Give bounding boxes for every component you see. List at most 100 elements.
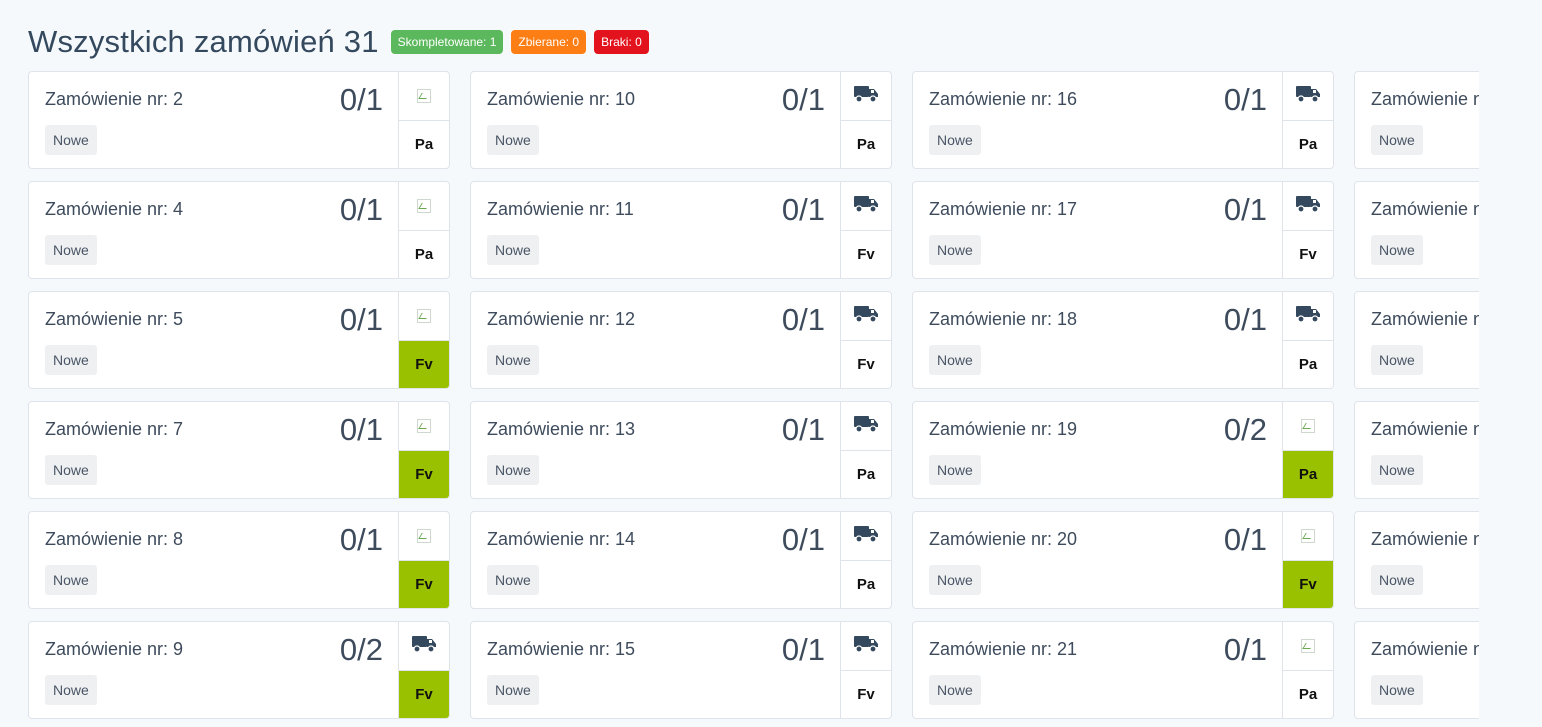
- order-card[interactable]: Zamówienie nr: 10 0/1 Nowe Pa: [470, 71, 892, 169]
- truck-icon: [1295, 304, 1321, 329]
- status-badge: Nowe: [487, 565, 539, 595]
- order-number: Zamówienie nr: 14: [487, 529, 636, 549]
- status-badge: Nowe: [929, 455, 981, 485]
- order-card[interactable]: Zamówienie nr: 16 0/1 Nowe Pa: [912, 71, 1334, 169]
- shipping-method[interactable]: [1283, 622, 1333, 671]
- document-type-button[interactable]: Pa: [1283, 341, 1333, 388]
- order-card[interactable]: Zamówienie nr Nowe: [1354, 621, 1479, 719]
- shipping-method[interactable]: [1283, 512, 1333, 561]
- status-badge: Nowe: [45, 675, 97, 705]
- document-type-button[interactable]: Fv: [841, 671, 891, 718]
- missing-badge[interactable]: Braki: 0: [594, 30, 649, 54]
- order-card[interactable]: Zamówienie nr: 2 0/1 Nowe Pa: [28, 71, 450, 169]
- item-count: 0/1: [339, 412, 383, 447]
- document-type-button[interactable]: Pa: [841, 451, 891, 498]
- order-side-panel: Pa: [840, 512, 891, 608]
- document-type-button[interactable]: Fv: [399, 561, 449, 608]
- shipping-method[interactable]: [399, 622, 449, 671]
- shipping-method[interactable]: [399, 182, 449, 231]
- status-badge: Nowe: [487, 345, 539, 375]
- shipping-method[interactable]: [841, 72, 891, 121]
- order-card[interactable]: Zamówienie nr Nowe: [1354, 291, 1479, 389]
- shipping-method[interactable]: [399, 402, 449, 451]
- order-card[interactable]: Zamówienie nr: 11 0/1 Nowe Fv: [470, 181, 892, 279]
- order-side-panel: Pa: [840, 402, 891, 498]
- order-number: Zamówienie nr: 7: [45, 419, 184, 439]
- order-number: Zamówienie nr: 12: [487, 309, 636, 329]
- status-badge: Nowe: [1371, 125, 1423, 155]
- shipping-method[interactable]: [841, 512, 891, 561]
- shipping-method[interactable]: [841, 182, 891, 231]
- order-card[interactable]: Zamówienie nr: 13 0/1 Nowe Pa: [470, 401, 892, 499]
- order-card[interactable]: Zamówienie nr: 21 0/1 Nowe Pa: [912, 621, 1334, 719]
- document-type-button[interactable]: Fv: [841, 231, 891, 278]
- order-number: Zamówienie nr: 20: [929, 529, 1078, 549]
- document-type-button[interactable]: Pa: [1283, 121, 1333, 168]
- status-badge: Nowe: [45, 565, 97, 595]
- document-type-button[interactable]: Pa: [841, 561, 891, 608]
- shipping-method[interactable]: [1283, 402, 1333, 451]
- document-type-button[interactable]: Fv: [399, 451, 449, 498]
- order-side-panel: Fv: [840, 292, 891, 388]
- truck-icon: [1295, 194, 1321, 219]
- status-badge: Nowe: [487, 675, 539, 705]
- order-side-panel: Pa: [1282, 622, 1333, 718]
- document-type-button[interactable]: Pa: [841, 121, 891, 168]
- order-card[interactable]: Zamówienie nr Nowe: [1354, 71, 1479, 169]
- shipping-method[interactable]: [1283, 182, 1333, 231]
- order-card[interactable]: Zamówienie nr: 4 0/1 Nowe Pa: [28, 181, 450, 279]
- document-type-button[interactable]: Pa: [399, 231, 449, 278]
- orders-column: Zamówienie nr Nowe Zamówienie nr Nowe Zamówi…: [1354, 71, 1479, 727]
- order-side-panel: Fv: [398, 622, 449, 718]
- shipping-method[interactable]: [841, 292, 891, 341]
- order-card[interactable]: Zamówienie nr: 8 0/1 Nowe Fv: [28, 511, 450, 609]
- picking-badge[interactable]: Zbierane: 0: [511, 30, 587, 54]
- order-card[interactable]: Zamówienie nr: 7 0/1 Nowe Fv: [28, 401, 450, 499]
- order-card[interactable]: Zamówienie nr: 14 0/1 Nowe Pa: [470, 511, 892, 609]
- order-card[interactable]: Zamówienie nr: 9 0/2 Nowe Fv: [28, 621, 450, 719]
- shipping-method[interactable]: [399, 292, 449, 341]
- shipping-method[interactable]: [1283, 292, 1333, 341]
- shipping-method[interactable]: [399, 72, 449, 121]
- item-count: 0/1: [781, 82, 825, 117]
- document-type-button[interactable]: Fv: [1283, 561, 1333, 608]
- order-card[interactable]: Zamówienie nr: 15 0/1 Nowe Fv: [470, 621, 892, 719]
- item-count: 0/2: [1223, 412, 1267, 447]
- order-number: Zamówienie nr: 5: [45, 309, 184, 329]
- order-number: Zamówienie nr: [1371, 199, 1479, 219]
- shipping-method[interactable]: [841, 622, 891, 671]
- document-type-button[interactable]: Fv: [399, 341, 449, 388]
- order-card[interactable]: Zamówienie nr Nowe: [1354, 511, 1479, 609]
- status-badge: Nowe: [45, 125, 97, 155]
- shipping-method[interactable]: [841, 402, 891, 451]
- shipping-method[interactable]: [1283, 72, 1333, 121]
- order-number: Zamówienie nr: 17: [929, 199, 1078, 219]
- order-side-panel: Fv: [398, 402, 449, 498]
- truck-icon: [411, 634, 437, 659]
- order-card[interactable]: Zamówienie nr: 18 0/1 Nowe Pa: [912, 291, 1334, 389]
- order-number: Zamówienie nr: 13: [487, 419, 636, 439]
- document-type-button[interactable]: Pa: [399, 121, 449, 168]
- order-number: Zamówienie nr: 10: [487, 89, 636, 109]
- item-count: 0/1: [1223, 192, 1267, 227]
- order-card[interactable]: Zamówienie nr: 20 0/1 Nowe Fv: [912, 511, 1334, 609]
- order-card[interactable]: Zamówienie nr Nowe: [1354, 181, 1479, 279]
- order-card[interactable]: Zamówienie nr: 19 0/2 Nowe Pa: [912, 401, 1334, 499]
- order-number: Zamówienie nr: 18: [929, 309, 1078, 329]
- shipping-method[interactable]: [399, 512, 449, 561]
- document-type-button[interactable]: Fv: [1283, 231, 1333, 278]
- status-badge: Nowe: [929, 565, 981, 595]
- completed-badge[interactable]: Skompletowane: 1: [390, 30, 504, 54]
- document-type-button[interactable]: Fv: [841, 341, 891, 388]
- order-card[interactable]: Zamówienie nr Nowe: [1354, 401, 1479, 499]
- status-badge: Nowe: [929, 235, 981, 265]
- document-type-button[interactable]: Pa: [1283, 671, 1333, 718]
- order-card[interactable]: Zamówienie nr: 17 0/1 Nowe Fv: [912, 181, 1334, 279]
- order-side-panel: Pa: [840, 72, 891, 168]
- order-card[interactable]: Zamówienie nr: 12 0/1 Nowe Fv: [470, 291, 892, 389]
- order-card[interactable]: Zamówienie nr: 5 0/1 Nowe Fv: [28, 291, 450, 389]
- order-side-panel: Pa: [1282, 72, 1333, 168]
- item-count: 0/1: [339, 82, 383, 117]
- document-type-button[interactable]: Fv: [399, 671, 449, 718]
- document-type-button[interactable]: Pa: [1283, 451, 1333, 498]
